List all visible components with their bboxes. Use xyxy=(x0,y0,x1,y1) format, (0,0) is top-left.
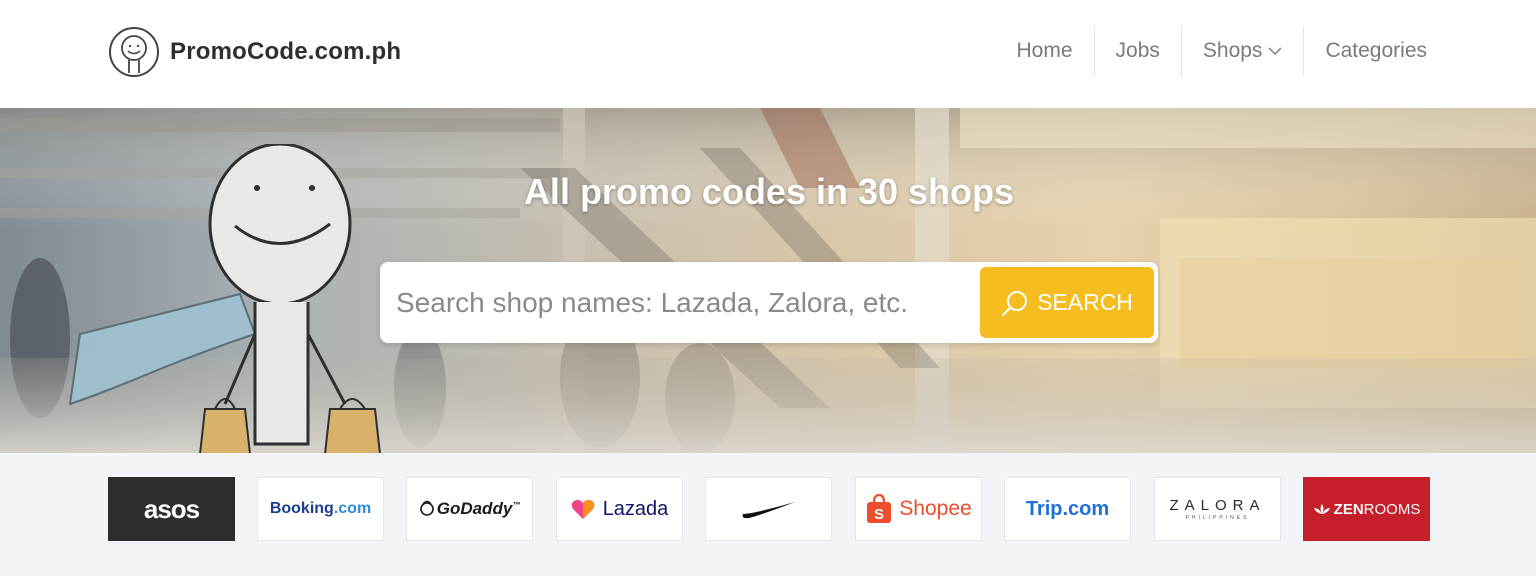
hero-title: All promo codes in 30 shops xyxy=(0,171,1536,213)
shop-zalora-logo: ZALORA PHILIPPINES xyxy=(1169,497,1266,521)
nav-home[interactable]: Home xyxy=(996,26,1094,76)
search-button[interactable]: SEARCH xyxy=(980,267,1154,338)
shop-zenrooms-logo: ZENROOMS xyxy=(1333,500,1421,518)
site-header: PromoCode.com.ph Home Jobs Shops Categor… xyxy=(0,0,1536,108)
shop-zalora[interactable]: ZALORA PHILIPPINES xyxy=(1154,477,1281,541)
shop-trip-logo: Trip.com xyxy=(1025,497,1110,520)
nav-jobs[interactable]: Jobs xyxy=(1093,26,1181,76)
shop-lazada-logo: Lazada xyxy=(602,497,669,520)
shop-nike[interactable] xyxy=(705,477,832,541)
shop-shopee-logo: Shopee xyxy=(899,497,972,520)
search-button-label: SEARCH xyxy=(1037,289,1133,315)
smiley-mascot-icon xyxy=(109,27,159,77)
shop-zenrooms[interactable]: ZENROOMS xyxy=(1303,477,1430,541)
hero-title-text: All promo codes in 30 shops xyxy=(523,171,1015,212)
zenrooms-lotus-icon xyxy=(1313,504,1330,514)
brand-name: PromoCode.com.ph xyxy=(170,38,402,65)
svg-text:S: S xyxy=(874,506,884,523)
nike-swoosh-icon xyxy=(742,502,795,519)
shop-trip[interactable]: Trip.com xyxy=(1004,477,1131,541)
godaddy-icon xyxy=(419,500,434,516)
nav-categories[interactable]: Categories xyxy=(1303,26,1448,76)
nav-shops[interactable]: Shops xyxy=(1180,26,1304,76)
chevron-down-icon xyxy=(1268,47,1283,56)
lazada-heart-icon xyxy=(571,499,594,519)
site-logo[interactable]: PromoCode.com.ph xyxy=(108,26,401,78)
nav-shops-label: Shops xyxy=(1202,39,1263,62)
shopee-bag-icon: S xyxy=(867,494,892,523)
main-nav: Home Jobs Shops Categories xyxy=(996,26,1449,76)
shop-godaddy[interactable]: GoDaddy™ xyxy=(406,477,533,541)
shop-booking-logo: Booking.com xyxy=(269,500,372,517)
nav-categories-label: Categories xyxy=(1325,39,1427,62)
shop-search-form: SEARCH xyxy=(380,262,1158,343)
shop-lazada[interactable]: Lazada xyxy=(556,477,683,541)
hero-banner: All promo codes in 30 shops SEARCH xyxy=(0,108,1536,453)
featured-shops: asos Booking.com GoDaddy™ Lazada S Shope… xyxy=(0,453,1536,576)
shop-asos-logo: asos xyxy=(143,493,200,524)
shop-godaddy-logo: GoDaddy™ xyxy=(436,499,521,518)
shop-booking[interactable]: Booking.com xyxy=(257,477,384,541)
shop-search-input[interactable] xyxy=(396,262,976,343)
search-icon xyxy=(1001,290,1028,316)
shop-shopee[interactable]: S Shopee xyxy=(855,477,982,541)
nav-home-label: Home xyxy=(1016,39,1073,62)
shop-asos[interactable]: asos xyxy=(108,477,235,541)
nav-jobs-label: Jobs xyxy=(1115,39,1160,62)
